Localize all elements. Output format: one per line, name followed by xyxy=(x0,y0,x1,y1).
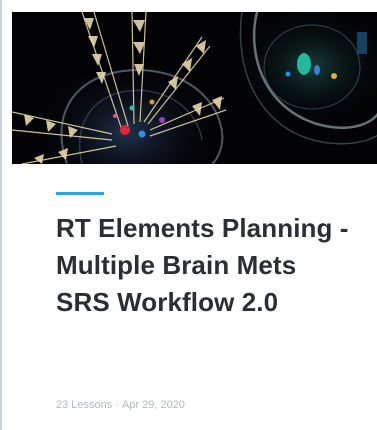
meta-separator: · xyxy=(115,399,119,411)
title-accent-line xyxy=(56,192,104,195)
course-card[interactable]: RT Elements Planning - Multiple Brain Me… xyxy=(0,0,377,430)
publish-date: Apr 29, 2020 xyxy=(121,399,185,411)
lesson-count: 23 Lessons xyxy=(56,399,113,411)
course-meta: 23 Lessons · Apr 29, 2020 xyxy=(56,398,185,412)
course-title[interactable]: RT Elements Planning - Multiple Brain Me… xyxy=(56,210,356,321)
course-thumbnail-image[interactable] xyxy=(12,12,377,164)
